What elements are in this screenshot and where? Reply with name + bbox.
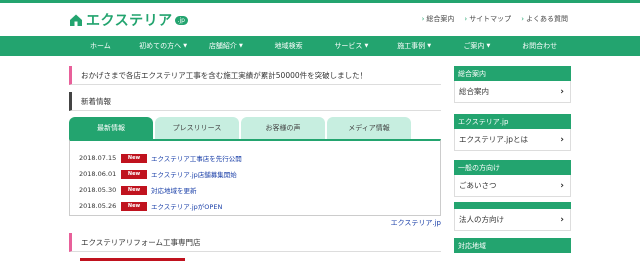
news-heading: 新着情報 [69, 92, 441, 111]
top-accent-bar [0, 0, 640, 3]
chevron-right-icon: › [464, 15, 468, 23]
list-item: 2018.07.15 New エクステリア工事店を先行公開 [79, 150, 440, 166]
caret-down-icon: ▼ [427, 43, 432, 49]
sidebar-item-label: ごあいさつ [459, 181, 497, 190]
main-nav: ホーム 初めての方へ ▼ 店舗紹介 ▼ 地域検索 サービス ▼ 施工事例 ▼ ご案内 ▼ … [0, 36, 640, 56]
utility-link-label: 総合案内 [426, 15, 455, 23]
nav-item-info[interactable]: ご案内 ▼ [446, 36, 509, 56]
sidebar-item-guide[interactable]: 総合案内 › [454, 81, 571, 103]
sidebar-item-label: 法人の方向け [459, 215, 504, 224]
sidebar-block-general: 一般の方向け ごあいさつ › [454, 160, 571, 197]
sidebar-heading: エクステリア.jp [454, 114, 571, 129]
list-item: 2018.05.26 New エクステリア.jpがOPEN [79, 198, 440, 214]
nav-item-beginners[interactable]: 初めての方へ ▼ [132, 36, 195, 56]
sidebar-block-corporate: 法人の方向け › [454, 202, 571, 231]
announcement-banner: おかげさまで各店エクステリア工事を含む施工実績が累計50000件を突破しました！ [69, 66, 441, 85]
sidebar-item-corporate[interactable]: 法人の方向け › [454, 209, 571, 231]
sidebar-item-about[interactable]: エクステリア.jpとは › [454, 129, 571, 151]
new-badge: New [121, 169, 147, 179]
caret-down-icon: ▼ [486, 43, 491, 49]
list-item: 2018.06.01 New エクステリア.jp店舗募集開始 [79, 166, 440, 182]
news-date: 2018.07.15 [79, 154, 117, 162]
tab-latest[interactable]: 最新情報 [69, 117, 153, 139]
news-link[interactable]: エクステリア.jp店舗募集開始 [151, 169, 237, 179]
logo-badge: .jp [174, 15, 188, 25]
new-badge: New [121, 153, 147, 163]
sidebar-heading [454, 202, 571, 209]
news-date: 2018.05.30 [79, 186, 117, 194]
list-item: 2018.05.30 New 対応地域を更新 [79, 182, 440, 198]
news-date: 2018.06.01 [79, 170, 117, 178]
tab-media[interactable]: メディア情報 [327, 117, 411, 139]
chevron-right-icon: › [560, 86, 564, 97]
caret-down-icon: ▼ [183, 43, 188, 49]
sidebar-item-label: エクステリア.jpとは [459, 135, 529, 144]
news-tabs: 最新情報 プレスリリース お客様の声 メディア情報 [69, 117, 441, 139]
sidebar-heading: 一般の方向け [454, 160, 571, 175]
utility-link-sitemap[interactable]: › サイトマップ [464, 14, 511, 24]
news-link[interactable]: エクステリア.jpがOPEN [151, 201, 222, 211]
site-logo[interactable]: エクステリア .jp [69, 9, 188, 31]
nav-item-home[interactable]: ホーム [69, 36, 132, 56]
chevron-right-icon: › [560, 214, 564, 225]
news-date: 2018.05.26 [79, 202, 117, 210]
chevron-right-icon: › [560, 180, 564, 191]
sidebar-block-area: 対応地域 [454, 238, 571, 253]
sidebar-item-greeting[interactable]: ごあいさつ › [454, 175, 571, 197]
nav-item-contact[interactable]: お問合わせ [508, 36, 571, 56]
nav-item-area-search[interactable]: 地域検索 [257, 36, 320, 56]
news-link[interactable]: エクステリア工事店を先行公開 [151, 153, 242, 163]
sidebar-heading: 総合案内 [454, 66, 571, 81]
tab-press-release[interactable]: プレスリリース [155, 117, 239, 139]
news-link[interactable]: 対応地域を更新 [151, 185, 197, 195]
sidebar-block-about: エクステリア.jp エクステリア.jpとは › [454, 114, 571, 151]
new-badge: New [121, 185, 147, 195]
section-heading-text: エクステリアリフォーム工事専門店 [81, 237, 201, 247]
news-list: 2018.07.15 New エクステリア工事店を先行公開 2018.06.01… [69, 139, 441, 216]
utility-link-faq[interactable]: › よくある質問 [521, 14, 568, 24]
house-icon [70, 14, 82, 26]
utility-link-guide[interactable]: › 総合案内 [422, 14, 455, 24]
chevron-right-icon: › [560, 134, 564, 145]
chevron-right-icon: › [521, 15, 524, 23]
utility-links: › 総合案内 › サイトマップ › よくある質問 [412, 14, 568, 24]
nav-item-stores[interactable]: 店舗紹介 ▼ [195, 36, 258, 56]
new-badge: New [121, 201, 147, 211]
nav-item-works[interactable]: 施工事例 ▼ [383, 36, 446, 56]
news-heading-text: 新着情報 [81, 96, 111, 106]
sidebar-item-label: 総合案内 [459, 87, 489, 96]
logo-text: エクステリア [86, 13, 173, 29]
sidebar-block-guide: 総合案内 総合案内 › [454, 66, 571, 103]
caret-down-icon: ▼ [364, 43, 369, 49]
announcement-text: おかげさまで各店エクステリア工事を含む施工実績が累計50000件を突破しました！ [81, 70, 368, 80]
caret-down-icon: ▼ [238, 43, 243, 49]
news-more-link[interactable]: エクステリア.jp [391, 218, 441, 228]
utility-link-label: サイトマップ [469, 15, 512, 23]
chevron-right-icon: › [421, 15, 425, 23]
tab-customer-voice[interactable]: お客様の声 [241, 117, 325, 139]
sidebar-heading: 対応地域 [454, 238, 571, 253]
section-heading: エクステリアリフォーム工事専門店 [69, 233, 441, 252]
nav-item-services[interactable]: サービス ▼ [320, 36, 383, 56]
utility-link-label: よくある質問 [526, 15, 568, 23]
